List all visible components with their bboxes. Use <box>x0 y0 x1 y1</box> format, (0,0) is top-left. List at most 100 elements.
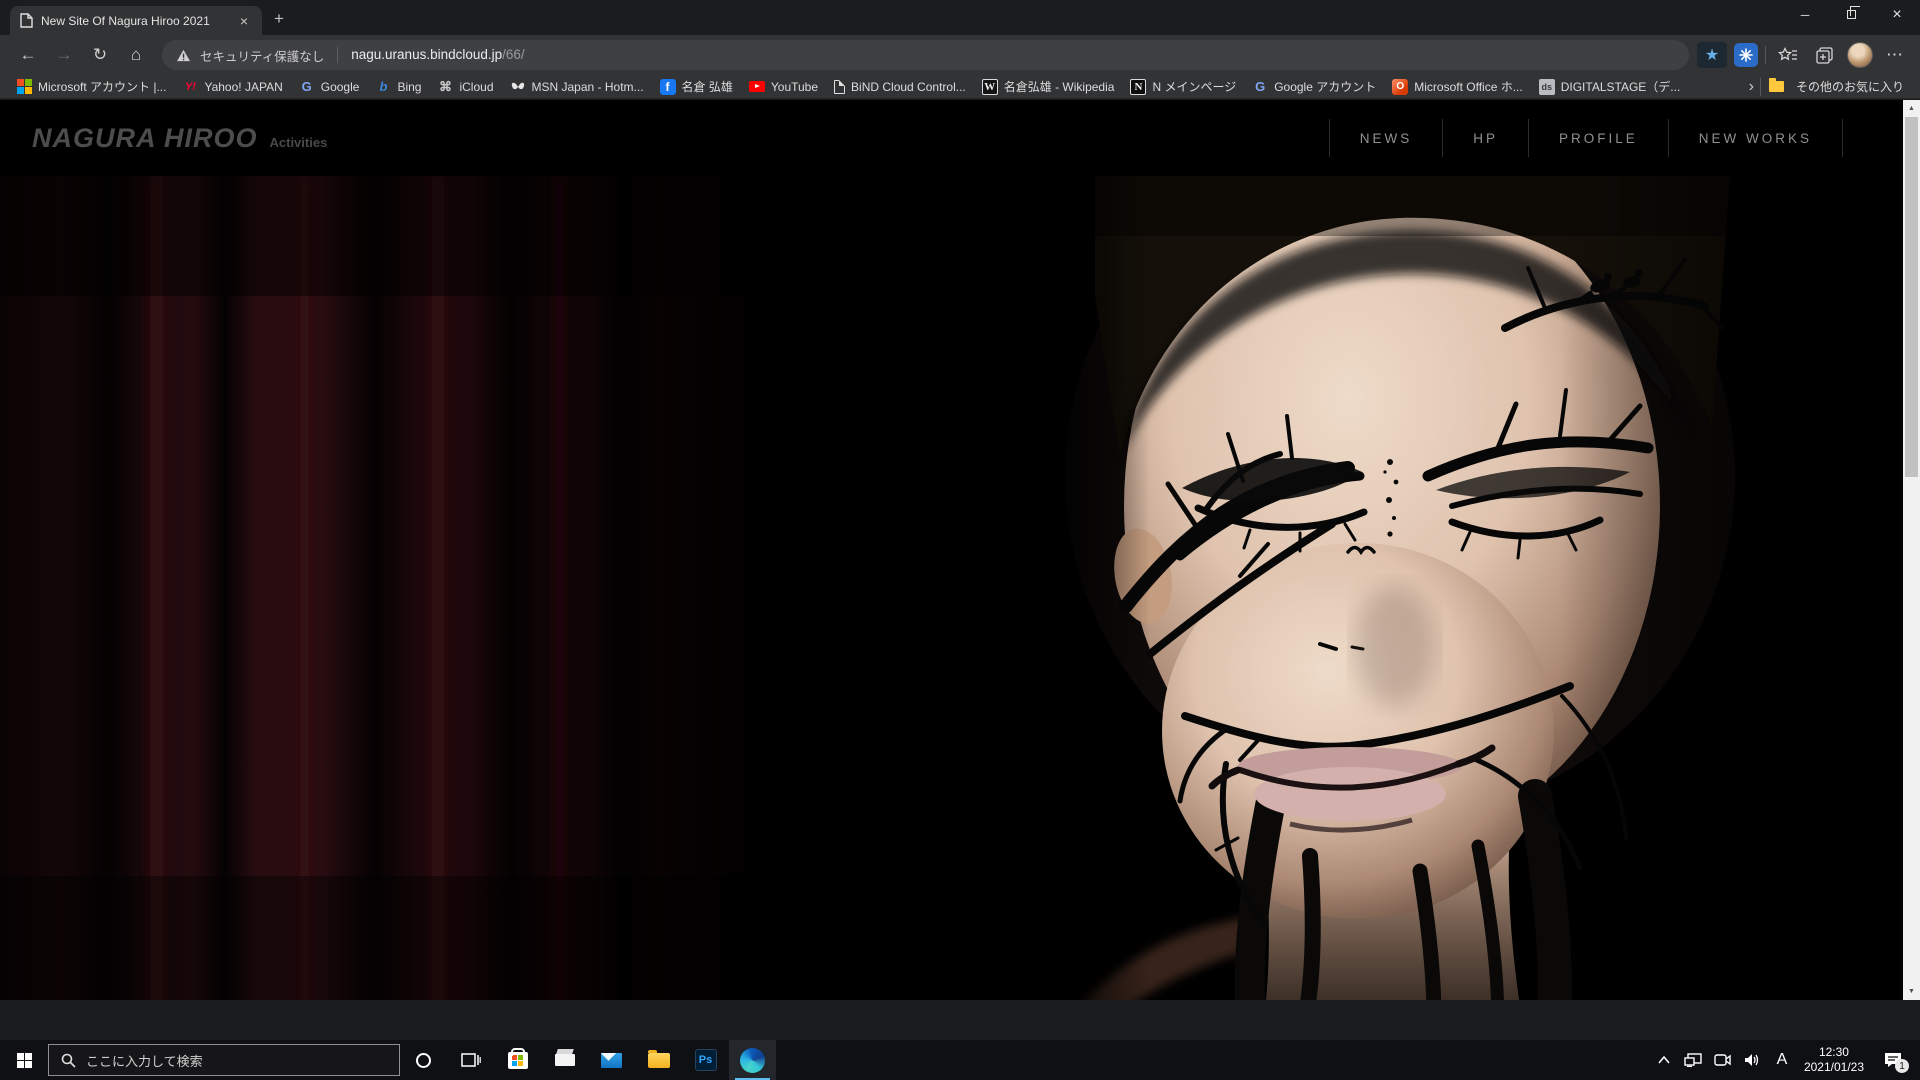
favorite-star-button[interactable]: ★ <box>1697 42 1727 68</box>
settings-menu-button[interactable]: ⋯ <box>1880 41 1910 69</box>
restore-button[interactable] <box>1828 0 1874 29</box>
meet-now[interactable] <box>1708 1040 1738 1080</box>
ime-indicator[interactable]: A <box>1768 1040 1796 1080</box>
window-controls: ─ × <box>1782 0 1920 29</box>
snowflake-icon <box>1739 48 1753 62</box>
site-logo: NAGURA HIROO <box>32 123 258 154</box>
toolbar-right-cluster: ★ <box>1697 41 1910 69</box>
toolbar-separator <box>1765 46 1766 64</box>
collections-icon <box>1816 47 1834 64</box>
bookmark-google-account[interactable]: G Google アカウント <box>1244 76 1384 98</box>
url-path: /66/ <box>502 47 525 62</box>
reload-button[interactable]: ↻ <box>82 38 118 72</box>
bookmark-office[interactable]: O Microsoft Office ホ... <box>1384 76 1530 98</box>
n-letter-icon: N <box>1130 79 1146 95</box>
scroll-up-arrow[interactable]: ▲ <box>1903 100 1920 117</box>
folder-icon <box>1769 81 1784 92</box>
bookmark-icloud[interactable]: ⌘ iCloud <box>429 76 501 98</box>
bookmark-facebook[interactable]: f 名倉 弘雄 <box>652 76 741 98</box>
site-header: NAGURA HIROO Activities NEWS HP PROFILE … <box>0 100 1903 176</box>
other-favorites-folder[interactable]: その他のお気に入り <box>1761 76 1912 98</box>
curtain <box>0 176 760 1000</box>
hero-artwork <box>0 176 1920 1000</box>
google-icon: G <box>1252 79 1268 95</box>
bookmark-bing[interactable]: b Bing <box>367 76 429 98</box>
yahoo-icon: Y! <box>182 79 198 95</box>
address-bar[interactable]: セキュリティ保護なし nagu.uranus.bindcloud.jp/66/ <box>162 40 1689 70</box>
search-placeholder: ここに入力して検索 <box>86 1051 203 1070</box>
browser-tab[interactable]: New Site Of Nagura Hiroo 2021 × <box>10 6 262 35</box>
profile-avatar[interactable] <box>1847 42 1873 68</box>
bookmark-wikipedia[interactable]: W 名倉弘雄 - Wikipedia <box>974 76 1123 98</box>
bookmarks-bar: Microsoft アカウント |... Y! Yahoo! JAPAN G G… <box>0 75 1920 99</box>
ethernet-icon <box>1684 1053 1702 1067</box>
nav-item-new-works[interactable]: NEW WORKS <box>1669 131 1842 146</box>
file-explorer-button[interactable] <box>635 1040 682 1080</box>
network-status[interactable] <box>1678 1040 1708 1080</box>
nav-item-news[interactable]: NEWS <box>1330 131 1443 146</box>
cortana-icon <box>416 1053 431 1068</box>
tray-expand-button[interactable] <box>1650 1040 1678 1080</box>
system-tray: A 12:30 2021/01/23 1 <box>1650 1040 1920 1080</box>
minimize-button[interactable]: ─ <box>1782 0 1828 29</box>
youtube-icon <box>749 81 765 92</box>
clock-date: 2021/01/23 <box>1804 1060 1864 1075</box>
home-button[interactable]: ⌂ <box>118 38 154 72</box>
speaker-icon <box>1744 1053 1761 1067</box>
page-scrollbar[interactable]: ▲ ▼ <box>1903 100 1920 1000</box>
new-tab-button[interactable]: + <box>262 9 296 35</box>
favorites-menu-button[interactable] <box>1773 41 1803 69</box>
scrollbar-thumb[interactable] <box>1905 117 1918 477</box>
microsoft-store-button[interactable] <box>494 1040 541 1080</box>
taskbar-clock[interactable]: 12:30 2021/01/23 <box>1796 1040 1872 1080</box>
security-warning-label: セキュリティ保護なし <box>200 46 324 65</box>
wikipedia-icon: W <box>982 79 998 95</box>
photoshop-button[interactable]: Ps <box>682 1040 729 1080</box>
store-bag-icon <box>508 1052 528 1069</box>
bookmark-yahoo-japan[interactable]: Y! Yahoo! JAPAN <box>174 76 290 98</box>
site-logo-subtitle: Activities <box>270 135 328 150</box>
taskbar-search-box[interactable]: ここに入力して検索 <box>48 1044 400 1076</box>
search-icon <box>61 1053 76 1068</box>
notification-badge: 1 <box>1895 1059 1909 1073</box>
bookmark-youtube[interactable]: YouTube <box>741 76 826 98</box>
volume-control[interactable] <box>1738 1040 1768 1080</box>
close-button[interactable]: × <box>1874 0 1920 29</box>
bookmark-microsoft[interactable]: Microsoft アカウント |... <box>8 76 174 98</box>
scroll-down-arrow[interactable]: ▼ <box>1903 983 1920 1000</box>
url-host: nagu.uranus.bindcloud.jp <box>351 47 502 62</box>
edge-icon <box>740 1048 765 1073</box>
address-separator <box>337 47 338 63</box>
facebook-icon: f <box>660 79 676 95</box>
photoshop-icon: Ps <box>695 1049 717 1071</box>
bookmark-overflow-chevron[interactable]: › <box>1743 78 1760 96</box>
security-warning-icon <box>176 49 191 62</box>
package-box-icon <box>555 1054 575 1066</box>
cortana-button[interactable] <box>400 1040 447 1080</box>
bookmark-n-mainpage[interactable]: N N メインページ <box>1122 76 1244 98</box>
chevron-up-icon <box>1658 1056 1670 1064</box>
bookmark-bind-cloud[interactable]: BiND Cloud Control... <box>826 76 974 98</box>
forward-button[interactable]: → <box>46 38 82 72</box>
task-view-button[interactable] <box>447 1040 494 1080</box>
edge-browser-button[interactable] <box>729 1040 776 1080</box>
collections-button[interactable] <box>1810 41 1840 69</box>
nav-item-hp[interactable]: HP <box>1443 131 1528 146</box>
microsoft-icon <box>16 79 32 95</box>
package-app-button[interactable] <box>541 1040 588 1080</box>
bookmark-msn[interactable]: MSN Japan - Hotm... <box>502 76 652 98</box>
nav-item-profile[interactable]: PROFILE <box>1529 131 1668 146</box>
google-icon: G <box>299 79 315 95</box>
task-view-icon <box>461 1052 481 1068</box>
bookmark-digitalstage[interactable]: ds DIGITALSTAGE（デ... <box>1531 76 1689 98</box>
bing-icon: b <box>375 79 391 95</box>
back-button[interactable]: ← <box>10 38 46 72</box>
extension-button[interactable] <box>1734 43 1758 67</box>
apple-icon: ⌘ <box>437 79 453 95</box>
action-center-button[interactable]: 1 <box>1872 1040 1914 1080</box>
start-button[interactable] <box>0 1040 48 1080</box>
mail-app-button[interactable] <box>588 1040 635 1080</box>
bookmark-google[interactable]: G Google <box>291 76 368 98</box>
restore-icon <box>1847 10 1856 19</box>
tab-close-icon[interactable]: × <box>236 13 252 29</box>
